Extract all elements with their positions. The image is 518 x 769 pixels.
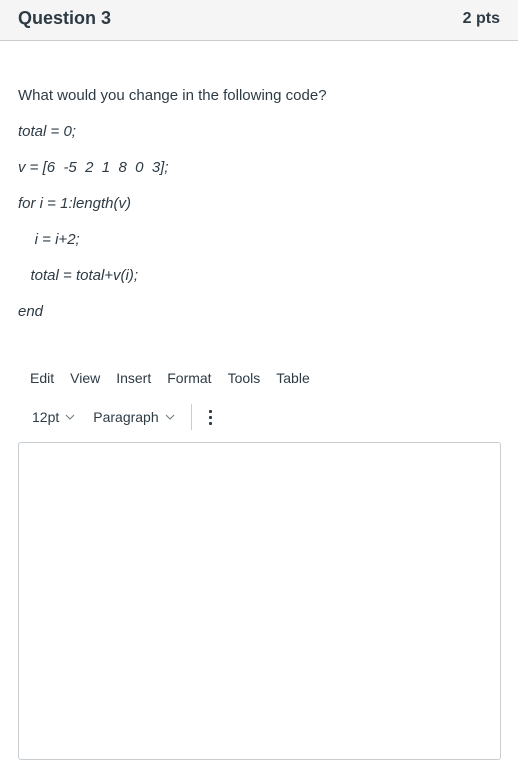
block-format-value: Paragraph	[93, 409, 159, 425]
font-size-select[interactable]: 12pt	[32, 409, 75, 425]
menu-edit[interactable]: Edit	[30, 369, 54, 387]
code-line: end	[18, 303, 44, 320]
code-line: total = total+v(i);	[18, 267, 139, 284]
menu-table[interactable]: Table	[276, 369, 309, 387]
more-options-button[interactable]	[208, 409, 214, 425]
toolbar-divider	[190, 404, 192, 430]
block-format-select[interactable]: Paragraph	[93, 409, 174, 425]
question-points: 2 pts	[462, 10, 500, 27]
code-line: total = 0;	[18, 123, 76, 140]
kebab-dot	[209, 421, 213, 425]
answer-editor[interactable]	[18, 442, 501, 760]
question-prompt: What would you change in the following c…	[18, 87, 327, 104]
menu-insert[interactable]: Insert	[116, 369, 151, 387]
menu-view[interactable]: View	[70, 369, 100, 387]
code-line: v = [6 -5 2 1 8 0 3];	[18, 159, 169, 176]
chevron-down-icon	[165, 414, 174, 420]
question-body: What would you change in the following c…	[18, 86, 498, 106]
code-line: i = i+2;	[18, 231, 80, 248]
question-title: Question 3	[18, 8, 112, 28]
code-line: for i = 1:length(v)	[18, 195, 131, 212]
question-header: Question 3 2 pts	[0, 0, 518, 41]
menu-tools[interactable]: Tools	[228, 369, 261, 387]
chevron-down-icon	[65, 414, 75, 420]
kebab-vertical-icon	[209, 409, 213, 413]
editor-toolbar: 12pt Paragraph	[32, 404, 214, 430]
editor-menubar: Edit View Insert Format Tools Table	[30, 369, 326, 387]
kebab-dot	[209, 415, 213, 419]
font-size-value: 12pt	[32, 409, 60, 425]
menu-format[interactable]: Format	[167, 369, 211, 387]
